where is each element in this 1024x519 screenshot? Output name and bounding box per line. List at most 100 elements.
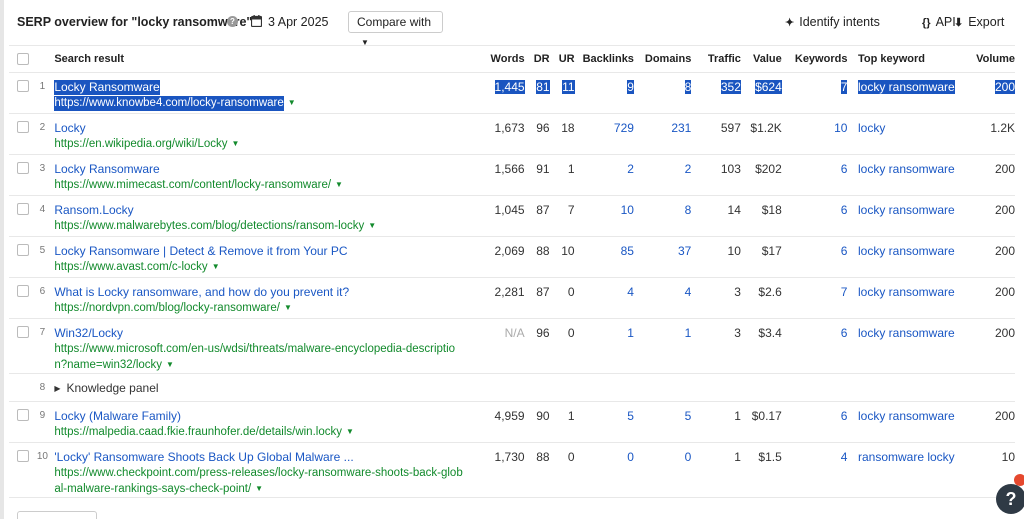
row-checkbox[interactable] — [17, 244, 29, 256]
result-title-link[interactable]: Locky Ransomware | Detect & Remove it fr… — [54, 244, 347, 259]
backlinks-link[interactable]: 0 — [574, 442, 634, 498]
keywords-link[interactable]: 6 — [781, 236, 848, 278]
date-selector[interactable]: 3 Apr 2025 — [268, 15, 328, 29]
top-keyword-link[interactable]: locky ransomware — [857, 318, 976, 374]
backlinks-link[interactable]: 85 — [574, 236, 634, 278]
show-more-button[interactable] — [17, 511, 97, 519]
keywords-link[interactable]: 6 — [781, 318, 848, 374]
col-keywords[interactable]: Keywords — [781, 45, 848, 73]
url-dropdown-icon[interactable]: ▼ — [255, 484, 263, 493]
top-keyword-link[interactable]: locky ransomware — [857, 277, 976, 319]
compare-with-label: Compare with — [357, 15, 432, 29]
col-ur[interactable]: UR — [549, 45, 575, 73]
backlinks-link[interactable]: 2 — [574, 154, 634, 196]
col-traffic[interactable]: Traffic — [691, 45, 741, 73]
keywords-link[interactable]: 6 — [781, 401, 848, 443]
result-title-link[interactable]: Locky (Malware Family) — [54, 409, 181, 424]
help-chat-button[interactable]: ? — [996, 484, 1024, 514]
identify-intents-button[interactable]: ✦ Identify intents — [785, 15, 880, 29]
top-keyword-link[interactable]: locky — [857, 113, 976, 155]
result-title-link[interactable]: Locky — [54, 121, 85, 136]
backlinks-link[interactable]: 1 — [574, 318, 634, 374]
compare-with-dropdown[interactable]: Compare with▼ — [348, 11, 443, 47]
help-circle-icon[interactable]: ? — [227, 16, 238, 27]
select-all-checkbox[interactable] — [17, 53, 29, 66]
row-checkbox[interactable] — [17, 162, 29, 174]
domains-link[interactable]: 0 — [633, 442, 692, 498]
url-dropdown-icon[interactable]: ▼ — [346, 427, 354, 436]
backlinks-link[interactable]: 10 — [574, 195, 634, 237]
result-url-link[interactable]: https://malpedia.caad.fkie.fraunhofer.de… — [54, 425, 342, 440]
result-title-link[interactable]: What is Locky ransomware, and how do you… — [54, 285, 349, 300]
ur-value: 10 — [549, 236, 575, 278]
top-keyword-link[interactable]: locky ransomware — [857, 195, 976, 237]
url-dropdown-icon[interactable]: ▼ — [232, 139, 240, 148]
keywords-link[interactable]: 7 — [781, 277, 848, 319]
backlinks-link[interactable]: 9 — [627, 80, 634, 94]
col-backlinks[interactable]: Backlinks — [574, 45, 634, 73]
top-keyword-link[interactable]: locky ransomware — [857, 80, 955, 94]
row-checkbox[interactable] — [17, 121, 29, 133]
keywords-link[interactable]: 6 — [781, 195, 848, 237]
keywords-link[interactable]: 4 — [781, 442, 848, 498]
result-title-link[interactable]: Ransom.Locky — [54, 203, 133, 218]
traffic-value: 3 — [691, 277, 741, 319]
result-title-link[interactable]: 'Locky' Ransomware Shoots Back Up Global… — [54, 450, 353, 465]
backlinks-link[interactable]: 4 — [574, 277, 634, 319]
domains-link[interactable]: 1 — [633, 318, 692, 374]
result-url-link[interactable]: https://www.mimecast.com/content/locky-r… — [54, 178, 331, 193]
url-dropdown-icon[interactable]: ▼ — [335, 180, 343, 189]
keywords-link[interactable]: 6 — [781, 154, 848, 196]
url-dropdown-icon[interactable]: ▼ — [284, 303, 292, 312]
export-button[interactable]: ⬇ Export — [954, 15, 1004, 29]
knowledge-panel-toggle[interactable]: ▶ Knowledge panel — [54, 373, 1015, 402]
result-title-link[interactable]: Locky Ransomware — [54, 162, 159, 177]
keywords-link[interactable]: 7 — [840, 80, 848, 94]
col-value[interactable]: Value — [740, 45, 782, 73]
row-checkbox[interactable] — [17, 285, 29, 297]
domains-link[interactable]: 4 — [633, 277, 692, 319]
url-dropdown-icon[interactable]: ▼ — [166, 360, 174, 369]
url-dropdown-icon[interactable]: ▼ — [288, 98, 296, 107]
domains-link[interactable]: 8 — [633, 195, 692, 237]
domains-link[interactable]: 8 — [684, 80, 692, 94]
row-checkbox[interactable] — [17, 80, 29, 92]
row-checkbox[interactable] — [17, 326, 29, 338]
col-top-keyword[interactable]: Top keyword — [857, 45, 976, 73]
url-dropdown-icon[interactable]: ▼ — [212, 262, 220, 271]
backlinks-link[interactable]: 5 — [574, 401, 634, 443]
result-url-link[interactable]: https://www.knowbe4.com/locky-ransomware — [54, 96, 284, 111]
top-keyword-link[interactable]: locky ransomware — [857, 401, 976, 443]
domains-link[interactable]: 231 — [633, 113, 692, 155]
row-checkbox[interactable] — [17, 450, 29, 462]
col-search-result[interactable]: Search result — [54, 45, 463, 73]
result-url-link[interactable]: https://www.microsoft.com/en-us/wdsi/thr… — [54, 342, 455, 357]
url-dropdown-icon[interactable]: ▼ — [368, 221, 376, 230]
serp-table: Search result Words DR UR Backlinks Doma… — [9, 45, 1015, 498]
domains-link[interactable]: 2 — [633, 154, 692, 196]
result-title-link[interactable]: Win32/Locky — [54, 326, 123, 341]
col-dr[interactable]: DR — [524, 45, 550, 73]
result-title-link[interactable]: Locky Ransomware — [54, 80, 160, 95]
top-keyword-link[interactable]: locky ransomware — [857, 236, 976, 278]
api-button[interactable]: {} API — [922, 15, 956, 29]
result-url-link[interactable]: https://nordvpn.com/blog/locky-ransomwar… — [54, 301, 280, 316]
result-url-link-cont[interactable]: n?name=win32/locky — [54, 358, 162, 373]
domains-link[interactable]: 5 — [633, 401, 692, 443]
backlinks-link[interactable]: 729 — [574, 113, 634, 155]
keywords-link[interactable]: 10 — [781, 113, 848, 155]
result-url-link-cont[interactable]: al-malware-rankings-says-check-point/ — [54, 482, 251, 497]
words-value: 1,730 — [462, 442, 525, 498]
result-url-link[interactable]: https://www.checkpoint.com/press-release… — [54, 466, 462, 481]
top-keyword-link[interactable]: ransomware locky — [857, 442, 976, 498]
col-words[interactable]: Words — [462, 45, 525, 73]
result-url-link[interactable]: https://en.wikipedia.org/wiki/Locky — [54, 137, 227, 152]
col-domains[interactable]: Domains — [633, 45, 692, 73]
top-keyword-link[interactable]: locky ransomware — [857, 154, 976, 196]
result-url-link[interactable]: https://www.avast.com/c-locky — [54, 260, 207, 275]
domains-link[interactable]: 37 — [633, 236, 692, 278]
col-volume[interactable]: Volume — [975, 45, 1015, 73]
row-checkbox[interactable] — [17, 409, 29, 421]
result-url-link[interactable]: https://www.malwarebytes.com/blog/detect… — [54, 219, 364, 234]
row-checkbox[interactable] — [17, 203, 29, 215]
